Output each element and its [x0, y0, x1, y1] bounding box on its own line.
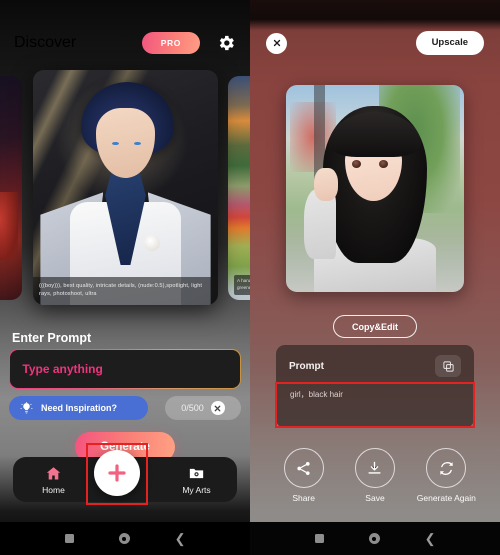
copy-edit-button[interactable]: Copy&Edit	[333, 315, 417, 338]
close-icon[interactable]	[266, 32, 287, 54]
sidebar-item-home-label: Home	[42, 484, 65, 495]
result-topbar: Upscale	[250, 27, 500, 59]
pro-badge[interactable]: PRO	[141, 31, 200, 55]
carousel-caption-active: (((boy))), best quality, intricate detai…	[33, 276, 218, 305]
discover-header: Discover PRO	[0, 22, 250, 64]
page-title: Discover	[14, 34, 77, 51]
share-label: Share	[292, 493, 315, 503]
face	[95, 107, 156, 179]
folder-photo-icon	[189, 468, 204, 478]
sidebar-item-home[interactable]: Home	[13, 465, 94, 495]
character-counter: 0/500	[165, 396, 241, 420]
carousel-image-previous	[0, 76, 22, 300]
circle-icon[interactable]	[368, 533, 380, 544]
counter-text: 0/500	[181, 403, 204, 413]
result-screen: Upscale Copy&Edit Prompt girl，black hair…	[250, 0, 500, 555]
create-fab-button[interactable]	[94, 450, 140, 496]
share-button[interactable]: Share	[273, 448, 335, 504]
gear-icon[interactable]	[216, 33, 236, 53]
prompt-card-text[interactable]: girl，black hair	[290, 389, 343, 400]
need-inspiration-label: Need Inspiration?	[41, 403, 118, 413]
generate-again-label: Generate Again	[416, 493, 476, 503]
carousel-card-active[interactable]: (((boy))), best quality, intricate detai…	[33, 70, 218, 305]
discover-screen: Discover PRO A handso greenest	[0, 0, 250, 555]
lightbulb-icon	[20, 401, 33, 413]
sidebar-item-my-arts[interactable]: My Arts	[156, 465, 237, 495]
upscale-button[interactable]: Upscale	[415, 31, 484, 55]
enter-prompt-label: Enter Prompt	[12, 331, 92, 345]
eye-left	[111, 141, 119, 146]
prompt-card: Prompt girl，black hair	[276, 345, 474, 428]
refresh-icon	[439, 461, 453, 475]
carousel-card-next[interactable]: A handso greenest	[228, 76, 250, 300]
circle-icon[interactable]	[118, 533, 130, 544]
share-icon-wrapper	[283, 448, 324, 488]
copy-edit-label: Copy&Edit	[352, 321, 398, 332]
save-label: Save	[365, 493, 385, 503]
discover-carousel[interactable]: A handso greenest (((boy))), best qualit…	[0, 70, 250, 305]
share-icon	[297, 461, 310, 475]
carousel-image-active	[33, 70, 218, 305]
save-button[interactable]: Save	[344, 448, 406, 504]
chevron-left-icon[interactable]: ❮	[175, 532, 186, 545]
app-screenshot: Discover PRO A handso greenest	[0, 0, 500, 555]
result-actions: Share Save Generate Again	[250, 448, 500, 504]
home-icon	[46, 466, 61, 479]
carousel-caption-next: A handso greenest	[234, 275, 250, 295]
square-icon[interactable]	[64, 534, 74, 543]
prompt-card-header: Prompt	[289, 355, 461, 377]
prompt-input-placeholder: Type anything	[22, 362, 103, 376]
prompt-input-inner[interactable]: Type anything	[10, 350, 240, 388]
download-icon	[368, 461, 382, 474]
generate-again-button[interactable]: Generate Again	[415, 448, 477, 504]
carousel-image-next	[228, 76, 250, 300]
system-navbar-left: ❮	[0, 522, 250, 555]
carousel-card-previous[interactable]	[0, 76, 22, 300]
plus-icon	[108, 464, 126, 482]
prompt-card-title: Prompt	[289, 360, 324, 372]
refresh-icon-wrapper	[426, 448, 467, 488]
copy-icon[interactable]	[435, 355, 461, 377]
close-circle-icon[interactable]	[210, 401, 225, 415]
chevron-left-icon[interactable]: ❮	[425, 532, 436, 545]
result-image[interactable]	[286, 85, 464, 292]
download-icon-wrapper	[354, 448, 395, 488]
eye-right	[133, 141, 141, 146]
square-icon[interactable]	[314, 534, 324, 543]
sidebar-item-my-arts-label: My Arts	[182, 484, 211, 495]
eye-right	[378, 159, 388, 168]
rose	[144, 234, 160, 251]
system-navbar-right: ❮	[250, 522, 500, 555]
need-inspiration-button[interactable]: Need Inspiration?	[9, 396, 148, 420]
eye-left	[351, 159, 361, 168]
hand	[314, 167, 338, 201]
prompt-input-wrapper[interactable]: Type anything	[9, 349, 241, 389]
